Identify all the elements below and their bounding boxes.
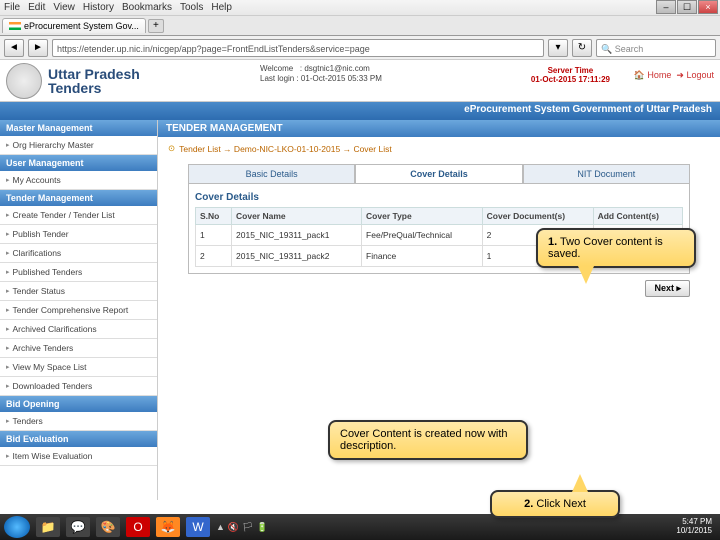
content-area: TENDER MANAGEMENT Tender List → Demo-NIC… bbox=[158, 120, 720, 500]
urlbar: ◄ ► https://etender.up.nic.in/nicgep/app… bbox=[0, 36, 720, 60]
sidebar-item[interactable]: My Accounts bbox=[0, 171, 157, 190]
sidebar-item[interactable]: Downloaded Tenders bbox=[0, 377, 157, 396]
home-link[interactable]: 🏠 Home bbox=[634, 70, 672, 80]
tab-nit-document[interactable]: NIT Document bbox=[523, 164, 690, 183]
breadcrumb: Tender List → Demo-NIC-LKO-01-10-2015 → … bbox=[158, 137, 720, 160]
taskbar-icon[interactable]: 📁 bbox=[36, 517, 60, 537]
taskbar-icon[interactable]: 💬 bbox=[66, 517, 90, 537]
menu-tools[interactable]: Tools bbox=[180, 2, 203, 13]
server-time: Server Time 01-Oct-2015 17:11:29 bbox=[531, 66, 610, 84]
sidebar-heading: Bid Opening bbox=[0, 396, 157, 412]
taskbar-icon-firefox[interactable]: 🦊 bbox=[156, 517, 180, 537]
col-sno: S.No bbox=[196, 208, 232, 225]
menu-edit[interactable]: Edit bbox=[28, 2, 45, 13]
user-meta: Welcome : dsgtnic1@nic.com Last login : … bbox=[260, 64, 382, 85]
taskbar-clock[interactable]: 5:47 PM10/1/2015 bbox=[676, 518, 716, 536]
forward-button[interactable]: ► bbox=[28, 39, 48, 57]
callout-3: 2. Click Next bbox=[490, 490, 620, 518]
site-title: Uttar PradeshTenders bbox=[48, 67, 140, 95]
menu-history[interactable]: History bbox=[83, 2, 114, 13]
sidebar-item[interactable]: Tender Status bbox=[0, 282, 157, 301]
taskbar-icon-word[interactable]: W bbox=[186, 517, 210, 537]
next-button[interactable]: Next ▸ bbox=[645, 280, 690, 297]
tab-basic-details[interactable]: Basic Details bbox=[188, 164, 355, 183]
sidebar-item[interactable]: Item Wise Evaluation bbox=[0, 447, 157, 466]
sidebar-heading: Master Management bbox=[0, 120, 157, 136]
menu-view[interactable]: View bbox=[53, 2, 75, 13]
sidebar-item[interactable]: Published Tenders bbox=[0, 263, 157, 282]
sidebar-item[interactable]: Clarifications bbox=[0, 244, 157, 263]
sidebar-item[interactable]: Create Tender / Tender List bbox=[0, 206, 157, 225]
window-maximize[interactable]: ☐ bbox=[677, 0, 697, 14]
sidebar-item[interactable]: Archive Tenders bbox=[0, 339, 157, 358]
browser-tabbar: eProcurement System Gov... + bbox=[0, 16, 720, 36]
col-docs: Cover Document(s) bbox=[482, 208, 593, 225]
sidebar-heading: User Management bbox=[0, 155, 157, 171]
menubar: File Edit View History Bookmarks Tools H… bbox=[0, 0, 720, 16]
col-type: Cover Type bbox=[362, 208, 483, 225]
site-header: Uttar PradeshTenders Welcome : dsgtnic1@… bbox=[0, 60, 720, 102]
sidebar: Master ManagementOrg Hierarchy MasterUse… bbox=[0, 120, 158, 500]
sidebar-item[interactable]: Org Hierarchy Master bbox=[0, 136, 157, 155]
tray-icons[interactable]: ▲🔇🏳🔋 bbox=[216, 522, 268, 533]
tab-cover-details[interactable]: Cover Details bbox=[355, 164, 522, 183]
back-button[interactable]: ◄ bbox=[4, 39, 24, 57]
menu-help[interactable]: Help bbox=[211, 2, 232, 13]
col-name: Cover Name bbox=[232, 208, 362, 225]
sidebar-item[interactable]: Publish Tender bbox=[0, 225, 157, 244]
sidebar-item[interactable]: View My Space List bbox=[0, 358, 157, 377]
page-title: TENDER MANAGEMENT bbox=[158, 120, 720, 137]
sidebar-item[interactable]: Tenders bbox=[0, 412, 157, 431]
callout-1: 1. Two Cover content is saved. bbox=[536, 228, 696, 268]
logout-link[interactable]: ➜ Logout bbox=[676, 70, 714, 80]
content-tabs: Basic Details Cover Details NIT Document bbox=[188, 164, 690, 183]
col-add: Add Content(s) bbox=[593, 208, 682, 225]
menu-bookmarks[interactable]: Bookmarks bbox=[122, 2, 172, 13]
sidebar-item[interactable]: Archived Clarifications bbox=[0, 320, 157, 339]
blue-banner: eProcurement System Government of Uttar … bbox=[0, 102, 720, 120]
window-minimize[interactable]: – bbox=[656, 0, 676, 14]
start-button[interactable] bbox=[4, 516, 30, 538]
top-links: 🏠 Home ➜ Logout bbox=[634, 70, 714, 81]
sidebar-heading: Tender Management bbox=[0, 190, 157, 206]
logo-icon bbox=[6, 63, 42, 99]
taskbar-icon[interactable]: 🎨 bbox=[96, 517, 120, 537]
sidebar-heading: Bid Evaluation bbox=[0, 431, 157, 447]
sidebar-item[interactable]: Tender Comprehensive Report bbox=[0, 301, 157, 320]
panel-heading: Cover Details bbox=[195, 190, 683, 207]
browser-tab[interactable]: eProcurement System Gov... bbox=[2, 18, 146, 33]
dropdown-button[interactable]: ▾ bbox=[548, 39, 568, 57]
tab-title: eProcurement System Gov... bbox=[24, 21, 139, 31]
callout-2: Cover Content is created now with descri… bbox=[328, 420, 528, 460]
window-close[interactable]: × bbox=[698, 0, 718, 14]
new-tab-button[interactable]: + bbox=[148, 19, 164, 33]
search-input[interactable]: 🔍 Search bbox=[596, 39, 716, 57]
menu-file[interactable]: File bbox=[4, 2, 20, 13]
address-input[interactable]: https://etender.up.nic.in/nicgep/app?pag… bbox=[52, 39, 544, 57]
reload-button[interactable]: ↻ bbox=[572, 39, 592, 57]
taskbar-icon-opera[interactable]: O bbox=[126, 517, 150, 537]
flag-icon bbox=[9, 22, 21, 30]
